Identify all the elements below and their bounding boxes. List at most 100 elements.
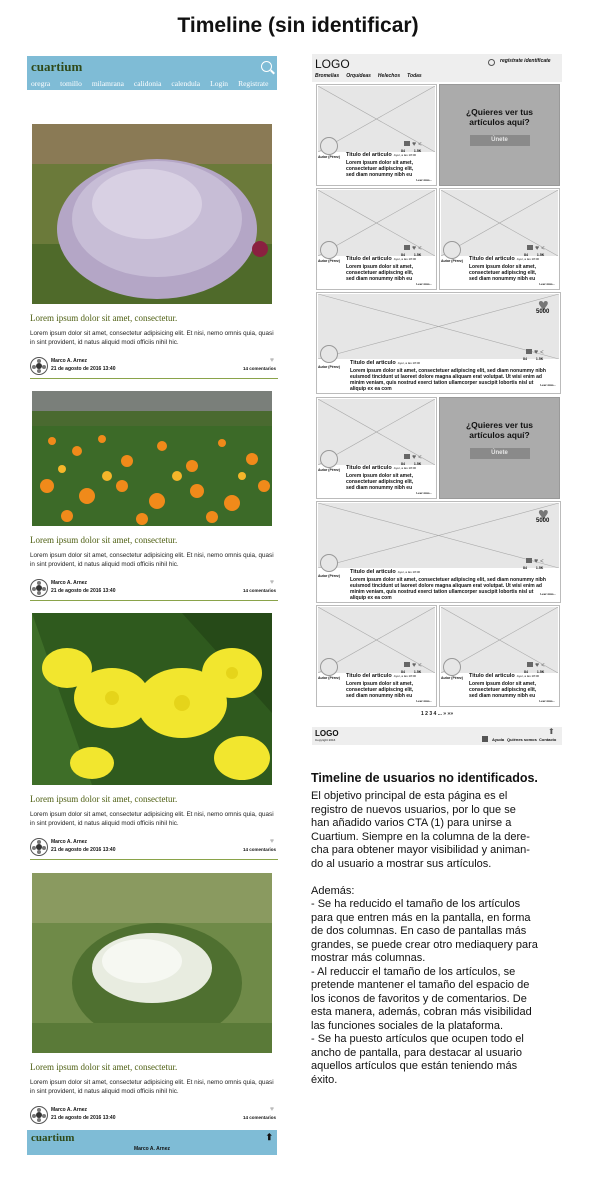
avatar[interactable] xyxy=(320,658,338,676)
nav-item-oregra[interactable]: oregra xyxy=(31,79,50,88)
title-text[interactable]: Titulo del articulo xyxy=(469,256,515,262)
comment-icon[interactable] xyxy=(526,558,532,563)
avatar[interactable] xyxy=(320,137,338,155)
share-icon[interactable]: < xyxy=(418,142,422,148)
share-icon[interactable]: < xyxy=(540,559,544,565)
author-name[interactable]: Autor (Pérez) xyxy=(441,676,463,680)
share-icon[interactable]: < xyxy=(418,663,422,669)
article-title[interactable]: Lorem ipsum dolor sit amet, consectetur. xyxy=(30,794,177,804)
author-name[interactable]: Autor (Pérez) xyxy=(318,259,340,263)
comments-count[interactable]: 14 comentarios xyxy=(243,847,276,852)
twitter-icon[interactable] xyxy=(482,736,488,742)
article-title[interactable]: Lorem ipsum dolor sit amet, consectetur. xyxy=(30,535,177,545)
search-icon[interactable] xyxy=(488,59,495,66)
heart-icon[interactable]: ♥ xyxy=(412,245,416,252)
pagination[interactable]: 1 2 3 4 ... » »» xyxy=(312,711,562,717)
read-more-link[interactable]: Leer más... xyxy=(540,383,556,387)
arrow-up-icon[interactable]: ⬆ xyxy=(265,1132,273,1143)
article-image-yellow-flowers[interactable] xyxy=(32,613,272,785)
article-image-calendula[interactable] xyxy=(32,391,272,526)
article-image-yarrow[interactable] xyxy=(32,873,272,1053)
heart-icon[interactable]: ♥ xyxy=(412,141,416,148)
title-text[interactable]: Titulo del articulo xyxy=(346,256,392,262)
comment-icon[interactable] xyxy=(404,141,410,146)
wireframe-logo[interactable]: LOGO xyxy=(315,57,350,71)
comments-count[interactable]: 14 comentarios xyxy=(243,366,276,371)
footer-logo[interactable]: cuartium xyxy=(31,1132,74,1144)
read-more-link[interactable]: Leer más... xyxy=(540,592,556,596)
author-name[interactable]: Marco A. Arnez xyxy=(51,358,87,364)
article-card[interactable]: Autor (Pérez) Titulo del articulo Ayer, a … xyxy=(316,397,437,499)
nav-item-helechos[interactable]: Helechos xyxy=(378,73,400,79)
heart-icon[interactable]: ♥ xyxy=(534,558,538,565)
share-icon[interactable]: < xyxy=(540,350,544,356)
share-icon[interactable]: < xyxy=(541,663,545,669)
article-card[interactable]: Autor (Pérez) Titulo del articulo Ayer, a … xyxy=(439,605,560,707)
footer-link-contacto[interactable]: Contacto xyxy=(539,737,556,742)
footer-link-quienes[interactable]: Quiénes somos xyxy=(507,737,537,742)
nav-item-bromelias[interactable]: Bromelias xyxy=(315,73,339,79)
avatar[interactable] xyxy=(443,658,461,676)
comment-icon[interactable] xyxy=(404,245,410,250)
read-more-link[interactable]: Leer más... xyxy=(539,282,555,286)
author-name[interactable]: Autor (Pérez) xyxy=(318,676,340,680)
title-text[interactable]: Titulo del articulo xyxy=(350,360,396,366)
arrow-up-icon[interactable]: ⬆ xyxy=(548,727,555,736)
heart-icon[interactable]: ♥ xyxy=(270,1106,274,1113)
article-title[interactable]: Titulo del articulo Ayer, a las 18:00 xyxy=(350,569,420,575)
article-card[interactable]: Autor (Pérez) Titulo del articulo Ayer, a … xyxy=(439,188,560,290)
read-more-link[interactable]: Leer más... xyxy=(416,491,432,495)
heart-icon[interactable]: ♥ xyxy=(412,662,416,669)
avatar[interactable] xyxy=(320,345,338,363)
comment-icon[interactable] xyxy=(526,349,532,354)
nav-item-todas[interactable]: Todas xyxy=(407,73,422,79)
nav-item-calidonia[interactable]: calidonia xyxy=(134,79,162,88)
heart-icon[interactable]: ♥ xyxy=(270,579,274,586)
avatar[interactable] xyxy=(30,838,48,856)
article-title[interactable]: Lorem ipsum dolor sit amet, consectetur. xyxy=(30,313,177,323)
auth-links[interactable]: regístrate identifícate xyxy=(500,58,551,64)
article-card[interactable]: Autor (Pérez) Titulo del articulo Ayer, a … xyxy=(316,188,437,290)
mobile-logo[interactable]: cuartium xyxy=(31,59,82,75)
comment-icon[interactable] xyxy=(527,662,533,667)
share-icon[interactable]: < xyxy=(418,455,422,461)
read-more-link[interactable]: Leer más... xyxy=(416,282,432,286)
author-name[interactable]: Autor (Pérez) xyxy=(318,468,340,472)
author-name[interactable]: Marco A. Arnez xyxy=(51,839,87,845)
article-title[interactable]: Titulo del articulo Ayer, a las 18:00 xyxy=(350,360,420,366)
nav-item-milamrana[interactable]: milamrana xyxy=(92,79,124,88)
wide-article-card[interactable]: Autor (Pérez) Titulo del articulo Ayer, a … xyxy=(316,292,561,394)
author-name[interactable]: Marco A. Arnez xyxy=(51,580,87,586)
heart-icon[interactable]: ♥ xyxy=(270,357,274,364)
wide-article-card[interactable]: Autor (Pérez) Titulo del articulo Ayer, a … xyxy=(316,501,561,603)
avatar[interactable] xyxy=(320,241,338,259)
avatar[interactable] xyxy=(320,450,338,468)
heart-icon[interactable]: ♥ xyxy=(534,349,538,356)
heart-icon[interactable]: ♥ xyxy=(270,838,274,845)
avatar[interactable] xyxy=(30,579,48,597)
nav-item-calendula[interactable]: calendula xyxy=(171,79,200,88)
heart-icon[interactable]: ♥ xyxy=(535,245,539,252)
author-name[interactable]: Marco A. Arnez xyxy=(51,1107,87,1113)
nav-item-tomillo[interactable]: tomillo xyxy=(60,79,82,88)
heart-icon[interactable]: ♥ xyxy=(535,662,539,669)
title-text[interactable]: Titulo del articulo xyxy=(346,465,392,471)
article-card[interactable]: Autor (Pérez) Titulo del articulo Ayer, a … xyxy=(316,605,437,707)
comments-count[interactable]: 14 comentarios xyxy=(243,1115,276,1120)
avatar[interactable] xyxy=(30,1106,48,1124)
footer-logo[interactable]: LOGO xyxy=(315,729,339,738)
avatar[interactable] xyxy=(320,554,338,572)
nav-item-registrate[interactable]: Registrate xyxy=(238,79,268,88)
title-text[interactable]: Titulo del articulo xyxy=(346,152,392,158)
article-card[interactable]: Autor (Pérez) Titulo del articulo Ayer, a … xyxy=(316,84,437,186)
comments-count[interactable]: 14 comentarios xyxy=(243,588,276,593)
article-image-lavender[interactable] xyxy=(32,124,272,304)
author-name[interactable]: Autor (Pérez) xyxy=(441,259,463,263)
avatar[interactable] xyxy=(443,241,461,259)
comment-icon[interactable] xyxy=(527,245,533,250)
read-more-link[interactable]: Leer más... xyxy=(416,178,432,182)
read-more-link[interactable]: Leer más... xyxy=(539,699,555,703)
search-icon[interactable] xyxy=(261,61,272,72)
footer-link-ayuda[interactable]: Ayuda xyxy=(492,737,504,742)
read-more-link[interactable]: Leer más... xyxy=(416,699,432,703)
